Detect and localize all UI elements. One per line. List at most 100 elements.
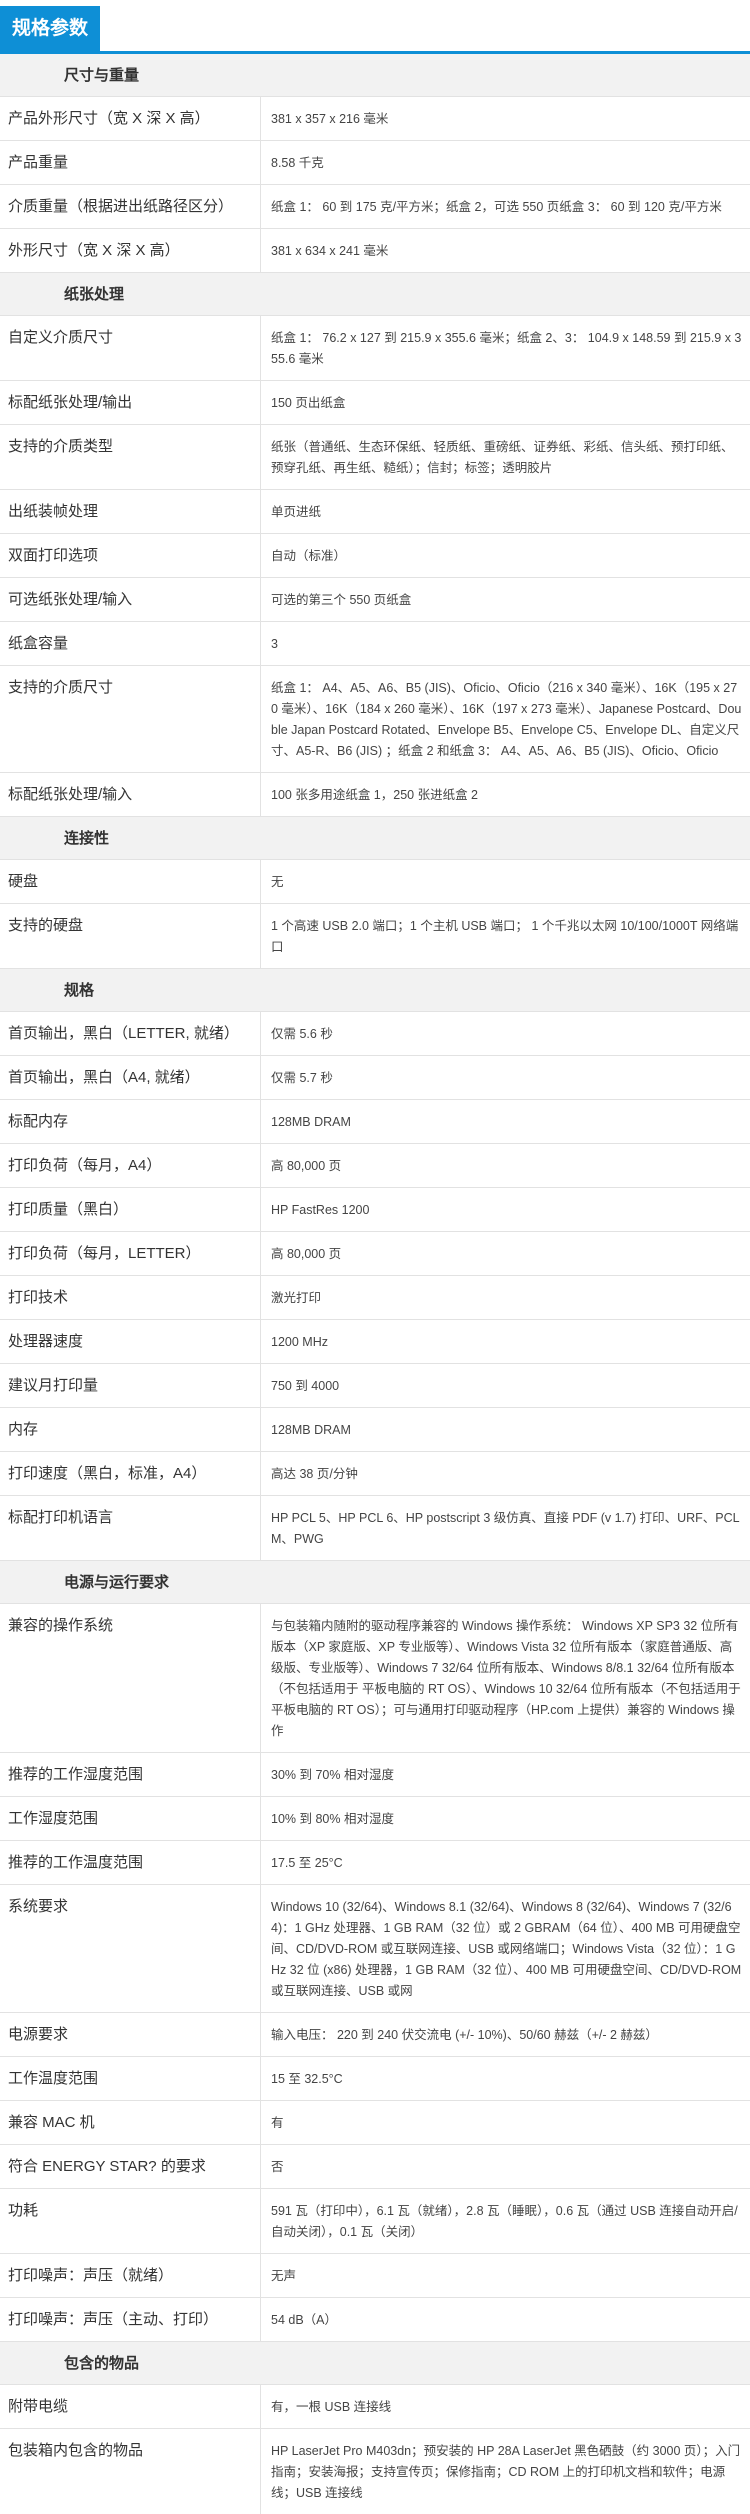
spec-row: 系统要求 Windows 10 (32/64)、Windows 8.1 (32/6…: [0, 1885, 750, 2013]
spec-label: 产品重量: [0, 141, 261, 184]
spec-label: 符合 ENERGY STAR? 的要求: [0, 2145, 261, 2188]
spec-title-tab: 规格参数: [0, 6, 101, 51]
spec-value: 高达 38 页/分钟: [271, 1467, 358, 1481]
spec-row: 标配内存 128MB DRAM: [0, 1100, 750, 1144]
spec-label: 介质重量（根据进出纸路径区分）: [0, 185, 261, 228]
spec-row: 首页输出，黑白（LETTER, 就绪） 仅需 5.6 秒: [0, 1012, 750, 1056]
spec-value: 1200 MHz: [271, 1335, 328, 1349]
spec-label: 外形尺寸（宽 X 深 X 高）: [0, 229, 261, 272]
section-header: 包含的物品: [0, 2342, 750, 2385]
spec-row: 介质重量（根据进出纸路径区分） 纸盒 1： 60 到 175 克/平方米；纸盒 2…: [0, 185, 750, 229]
spec-row: 打印速度（黑白，标准，A4） 高达 38 页/分钟: [0, 1452, 750, 1496]
spec-label: 电源要求: [0, 2013, 261, 2056]
spec-value: 高 80,000 页: [271, 1159, 342, 1173]
spec-row: 硬盘无: [0, 860, 750, 904]
spec-row: 标配打印机语言 HP PCL 5、HP PCL 6、HP postscript 3…: [0, 1496, 750, 1561]
spec-value: 150 页出纸盒: [271, 396, 346, 410]
spec-label: 可选纸张处理/输入: [0, 578, 261, 621]
spec-row: 支持的介质尺寸 纸盒 1： A4、A5、A6、B5 (JIS)、Oficio、Of…: [0, 666, 750, 773]
spec-label: 系统要求: [0, 1885, 261, 2012]
spec-value: 单页进纸: [271, 505, 322, 519]
spec-row: 产品外形尺寸（宽 X 深 X 高） 381 x 357 x 216 毫米: [0, 97, 750, 141]
spec-label: 打印噪声：声压（主动、打印）: [0, 2298, 261, 2341]
spec-row: 功耗 591 瓦（打印中），6.1 瓦（就绪），2.8 瓦（睡眠），0.6 瓦（通…: [0, 2189, 750, 2254]
spec-row: 推荐的工作温度范围 17.5 至 25°C: [0, 1841, 750, 1885]
spec-label: 打印负荷（每月，LETTER）: [0, 1232, 261, 1275]
spec-row: 电源要求 输入电压： 220 到 240 伏交流电 (+/- 10%)、50/60…: [0, 2013, 750, 2057]
spec-value: 750 到 4000: [271, 1379, 340, 1393]
spec-value: 纸盒 1： A4、A5、A6、B5 (JIS)、Oficio、Oficio（21…: [271, 681, 742, 758]
spec-row: 工作温度范围 15 至 32.5°C: [0, 2057, 750, 2101]
spec-row: 兼容的操作系统 与包装箱内随附的驱动程序兼容的 Windows 操作系统： Win…: [0, 1604, 750, 1753]
spec-row: 纸盒容量 3: [0, 622, 750, 666]
spec-value: 与包装箱内随附的驱动程序兼容的 Windows 操作系统： Windows XP…: [271, 1619, 741, 1738]
spec-value: 仅需 5.7 秒: [271, 1071, 333, 1085]
spec-label: 标配纸张处理/输入: [0, 773, 261, 816]
spec-value: 否: [271, 2160, 284, 2174]
spec-row: 双面打印选项 自动（标准）: [0, 534, 750, 578]
spec-label: 支持的介质尺寸: [0, 666, 261, 772]
spec-label: 标配打印机语言: [0, 1496, 261, 1560]
spec-value: 激光打印: [271, 1291, 322, 1305]
spec-value: 无声: [271, 2269, 297, 2283]
spec-value: 8.58 千克: [271, 156, 324, 170]
spec-row: 支持的介质类型 纸张（普通纸、生态环保纸、轻质纸、重磅纸、证券纸、彩纸、信头纸、预…: [0, 425, 750, 490]
spec-value: 381 x 357 x 216 毫米: [271, 112, 389, 126]
spec-value: 100 张多用途纸盒 1，250 张进纸盒 2: [271, 788, 479, 802]
spec-row: 符合 ENERGY STAR? 的要求否: [0, 2145, 750, 2189]
spec-row: 打印质量（黑白） HP FastRes 1200: [0, 1188, 750, 1232]
spec-value: 3: [271, 637, 278, 651]
spec-value: HP FastRes 1200: [271, 1203, 370, 1217]
spec-label: 功耗: [0, 2189, 261, 2253]
spec-label: 兼容 MAC 机: [0, 2101, 261, 2144]
spec-value: HP LaserJet Pro M403dn；预安装的 HP 28A Laser…: [271, 2444, 741, 2500]
spec-row: 建议月打印量 750 到 4000: [0, 1364, 750, 1408]
spec-label: 打印技术: [0, 1276, 261, 1319]
spec-row: 首页输出，黑白（A4, 就绪） 仅需 5.7 秒: [0, 1056, 750, 1100]
spec-row: 支持的硬盘 1 个高速 USB 2.0 端口；1 个主机 USB 端口； 1 个千…: [0, 904, 750, 969]
spec-label: 双面打印选项: [0, 534, 261, 577]
section-header: 电源与运行要求: [0, 1561, 750, 1604]
spec-label: 首页输出，黑白（LETTER, 就绪）: [0, 1012, 261, 1055]
spec-value: 仅需 5.6 秒: [271, 1027, 333, 1041]
spec-label: 支持的介质类型: [0, 425, 261, 489]
spec-value: 高 80,000 页: [271, 1247, 342, 1261]
spec-value: 10% 到 80% 相对湿度: [271, 1812, 394, 1826]
spec-row: 兼容 MAC 机有: [0, 2101, 750, 2145]
spec-row: 打印负荷（每月，LETTER） 高 80,000 页: [0, 1232, 750, 1276]
spec-row: 打印负荷（每月，A4） 高 80,000 页: [0, 1144, 750, 1188]
spec-label: 纸盒容量: [0, 622, 261, 665]
spec-value: 17.5 至 25°C: [271, 1856, 343, 1870]
spec-value: 无: [271, 875, 284, 889]
spec-label: 打印噪声：声压（就绪）: [0, 2254, 261, 2297]
spec-value: HP PCL 5、HP PCL 6、HP postscript 3 级仿真、直接…: [271, 1511, 740, 1546]
spec-value: 128MB DRAM: [271, 1423, 351, 1437]
spec-row: 附带电缆 有，一根 USB 连接线: [0, 2385, 750, 2429]
spec-value: 纸盒 1： 76.2 x 127 到 215.9 x 355.6 毫米；纸盒 2…: [271, 331, 742, 366]
spec-row: 打印技术 激光打印: [0, 1276, 750, 1320]
spec-row: 推荐的工作湿度范围 30% 到 70% 相对湿度: [0, 1753, 750, 1797]
spec-row: 包装箱内包含的物品 HP LaserJet Pro M403dn；预安装的 HP …: [0, 2429, 750, 2514]
spec-label: 建议月打印量: [0, 1364, 261, 1407]
spec-label: 产品外形尺寸（宽 X 深 X 高）: [0, 97, 261, 140]
section-header: 纸张处理: [0, 273, 750, 316]
spec-value: 输入电压： 220 到 240 伏交流电 (+/- 10%)、50/60 赫兹（…: [271, 2028, 658, 2042]
spec-value: 有: [271, 2116, 284, 2130]
spec-row: 可选纸张处理/输入 可选的第三个 550 页纸盒: [0, 578, 750, 622]
spec-value: 30% 到 70% 相对湿度: [271, 1768, 394, 1782]
spec-value: 381 x 634 x 241 毫米: [271, 244, 389, 258]
spec-value: 1 个高速 USB 2.0 端口；1 个主机 USB 端口； 1 个千兆以太网 …: [271, 919, 739, 954]
section-header: 规格: [0, 969, 750, 1012]
spec-label: 出纸装帧处理: [0, 490, 261, 533]
spec-label: 打印速度（黑白，标准，A4）: [0, 1452, 261, 1495]
spec-row: 打印噪声：声压（主动、打印） 54 dB（A）: [0, 2298, 750, 2342]
spec-value: 纸盒 1： 60 到 175 克/平方米；纸盒 2，可选 550 页纸盒 3： …: [271, 200, 722, 214]
spec-label: 硬盘: [0, 860, 261, 903]
spec-value: 15 至 32.5°C: [271, 2072, 343, 2086]
spec-label: 工作湿度范围: [0, 1797, 261, 1840]
spec-row: 工作湿度范围 10% 到 80% 相对湿度: [0, 1797, 750, 1841]
spec-label: 标配内存: [0, 1100, 261, 1143]
spec-value: 纸张（普通纸、生态环保纸、轻质纸、重磅纸、证券纸、彩纸、信头纸、预打印纸、预穿孔…: [271, 440, 734, 475]
spec-row: 标配纸张处理/输入 100 张多用途纸盒 1，250 张进纸盒 2: [0, 773, 750, 817]
section-header: 尺寸与重量: [0, 54, 750, 97]
